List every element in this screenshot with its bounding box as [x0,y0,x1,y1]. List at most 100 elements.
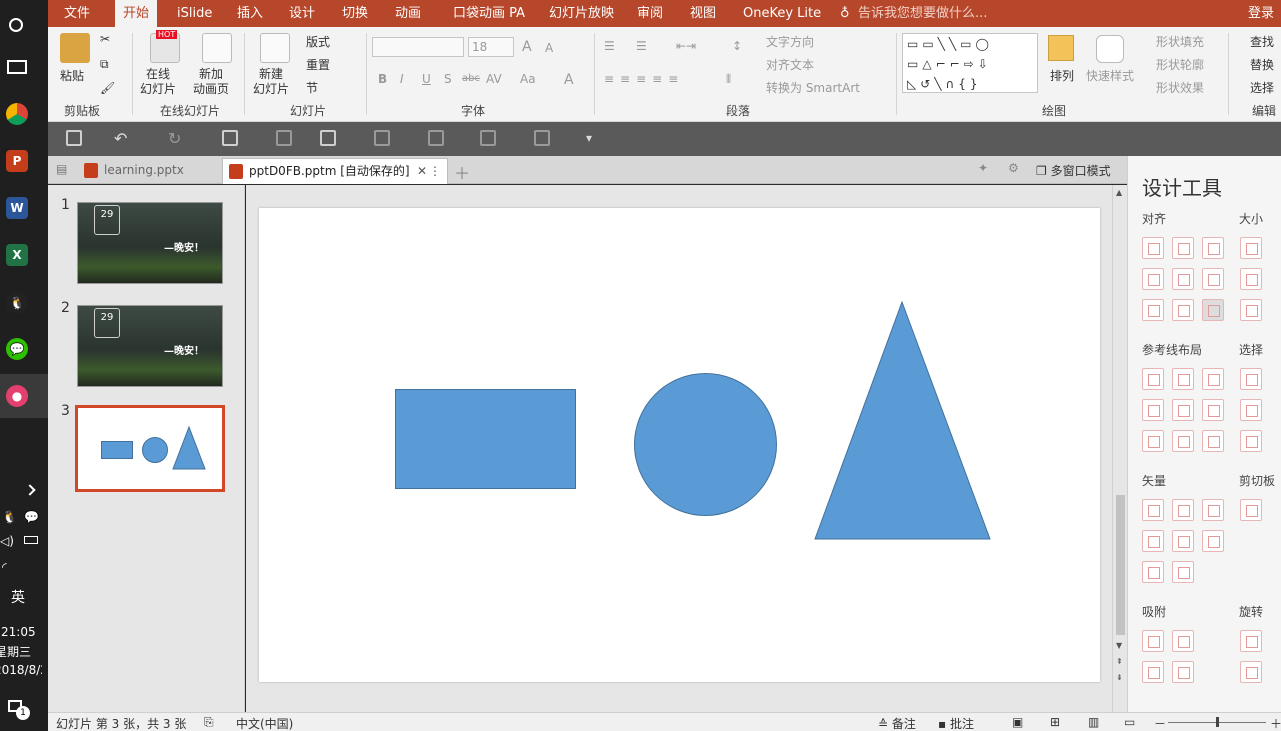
guide-tool[interactable] [1142,399,1164,421]
paste-button[interactable]: 粘贴 [60,67,84,84]
battery-icon[interactable] [24,536,38,544]
font-name-select[interactable] [372,37,464,57]
select-button[interactable]: 选择 [1250,79,1274,96]
triangle-shape[interactable] [814,301,992,541]
customize-qat-icon[interactable]: ▾ [586,131,592,145]
chevron-right-icon[interactable] [24,484,36,496]
wechat-icon[interactable]: 💬 [6,338,28,360]
format-painter-icon[interactable]: 🖌 [100,81,115,95]
shape-icon[interactable] [320,130,336,146]
camera-icon[interactable]: ● [6,385,28,407]
paste-icon[interactable] [60,33,90,63]
align-top-tool[interactable] [1142,268,1164,290]
snap-tool[interactable] [1172,630,1194,652]
rotate-tool[interactable] [1240,630,1262,652]
tab-pptd0fb[interactable]: pptD0FB.pptm [自动保存的] ✕ ⋮ [222,158,448,184]
ungroup-icon[interactable] [428,130,444,146]
select-tool[interactable] [1240,368,1262,390]
char-spacing-button[interactable]: AV [486,72,502,86]
reset-button[interactable]: 重置 [306,56,330,73]
copy-icon[interactable]: ⧉ [100,57,109,72]
brush-icon[interactable] [276,130,292,146]
quick-styles-icon[interactable] [1096,35,1124,63]
volume-icon[interactable]: ◁) [0,534,14,548]
guide-tool[interactable] [1202,368,1224,390]
tab-list-icon[interactable]: ▤ [56,162,67,176]
rotate-tool[interactable] [1240,661,1262,683]
task-view-icon[interactable] [7,60,27,74]
tab-home[interactable]: 开始 [115,0,158,27]
slide-thumbnail-2[interactable]: 29 —晚安！ [77,305,223,387]
shapes-gallery[interactable]: ▭▭╲╲▭◯ ▭△⌐⌐⇨⇩ ◺↺╲∩{} [902,33,1038,93]
bullets-icon[interactable]: ☰ [604,39,615,53]
arrange-icon[interactable] [1048,35,1074,61]
shape-effects-button[interactable]: 形状效果 [1156,79,1204,96]
tray-wechat-icon[interactable]: 💬 [24,510,39,524]
cut-icon[interactable]: ✂ [100,32,110,46]
recorder-app-highlight[interactable]: ● [0,374,48,418]
zoom-slider-thumb[interactable] [1216,717,1219,727]
select-tool[interactable] [1240,399,1262,421]
tab-transitions[interactable]: 切换 [342,0,368,27]
strikethrough-button[interactable]: abc [462,73,480,84]
select-tool[interactable] [1240,430,1262,452]
word-icon[interactable]: W [6,197,28,219]
guide-tool[interactable] [1172,368,1194,390]
save-icon[interactable] [66,130,82,146]
align-icon[interactable] [534,130,550,146]
distribute-h-tool[interactable] [1142,299,1164,321]
new-tab-icon[interactable]: ＋ [454,160,470,184]
vector-tool[interactable] [1202,530,1224,552]
tab-onekey[interactable]: OneKey Lite [743,0,821,27]
snap-tool[interactable] [1172,661,1194,683]
chrome-icon[interactable] [6,103,28,125]
size-tool[interactable] [1240,268,1262,290]
tray-qq-icon[interactable]: 🐧 [2,510,17,524]
path-tool[interactable] [1172,561,1194,583]
guide-tool[interactable] [1142,430,1164,452]
slide-thumbnail-3[interactable] [75,405,225,492]
align-left-tool[interactable] [1142,237,1164,259]
excel-icon[interactable]: X [6,244,28,266]
align-middle-tool[interactable] [1172,268,1194,290]
size-tool[interactable] [1240,237,1262,259]
indent-icon[interactable]: ⇤⇥ [676,39,696,53]
guide-tool[interactable] [1202,430,1224,452]
scroll-thumb[interactable] [1116,495,1125,635]
slide-thumbnail-1[interactable]: 29 —晚安！ [77,202,223,284]
replace-button[interactable]: 替换 [1250,56,1274,73]
circle-shape[interactable] [634,373,777,516]
italic-button[interactable]: I [400,72,404,86]
tab-islide[interactable]: iSlide [177,0,212,27]
prev-slide-icon[interactable]: ⇞ [1116,657,1123,666]
rectangle-shape[interactable] [395,389,576,489]
close-tab-icon[interactable]: ✕ [417,159,427,183]
reading-view-icon[interactable]: ▥ [1088,715,1099,729]
wifi-icon[interactable]: ◜ [2,560,7,574]
tab-animations[interactable]: 动画 [395,0,421,27]
wand-icon[interactable]: ✦ [978,161,988,175]
tab-view[interactable]: 视图 [690,0,716,27]
zoom-out-icon[interactable]: － [1154,715,1166,731]
align-center-tool[interactable] [1172,237,1194,259]
numbering-icon[interactable]: ☰ [636,39,647,53]
vertical-scrollbar[interactable]: ▲ ▼ ⇞ ⇟ [1112,185,1127,712]
text-direction-button[interactable]: 文字方向 [766,33,814,50]
shadow-button[interactable]: S [444,72,452,86]
zoom-in-icon[interactable]: ＋ [1270,715,1281,731]
tab-design[interactable]: 设计 [289,0,315,27]
vector-tool[interactable] [1172,499,1194,521]
snap-tool[interactable] [1142,630,1164,652]
notes-button[interactable]: ≙ 备注 [878,715,916,731]
powerpoint-icon[interactable]: P [6,150,28,172]
layout-button[interactable]: 版式 [306,33,330,50]
font-shrink-button[interactable]: A [545,41,553,55]
comments-button[interactable]: ▪ 批注 [938,715,974,731]
size-tool[interactable] [1240,299,1262,321]
font-size-select[interactable]: 18 [468,37,514,57]
columns-icon[interactable]: ⫴ [726,72,731,87]
tab-pocket-animation[interactable]: 口袋动画 PA [453,0,525,27]
scroll-down-icon[interactable]: ▼ [1116,641,1122,650]
slideshow-view-icon[interactable]: ▭ [1124,715,1135,729]
distribute-v-tool[interactable] [1172,299,1194,321]
